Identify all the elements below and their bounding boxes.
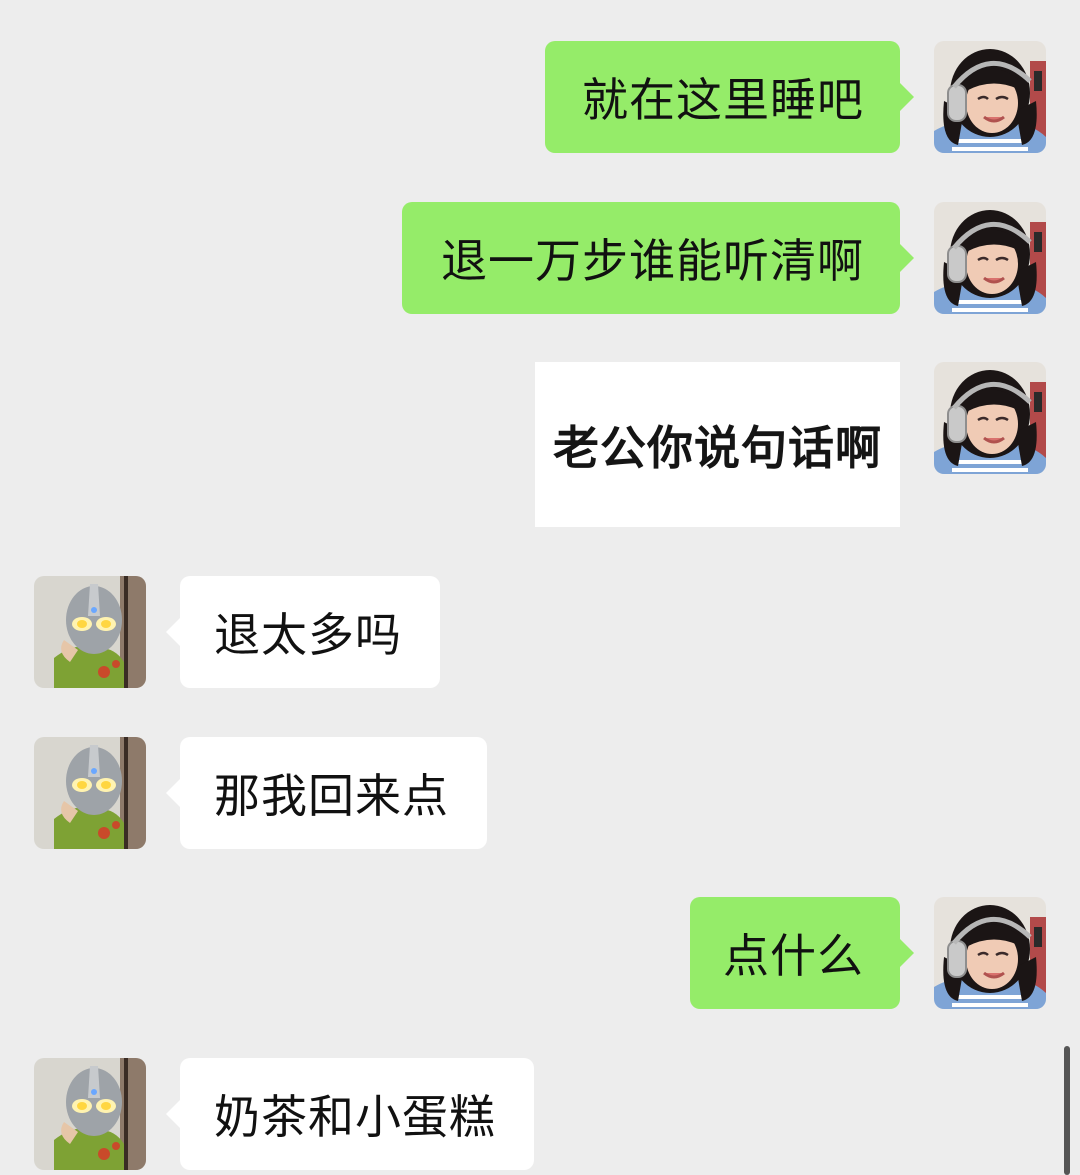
- contact-message-bubble[interactable]: 退太多吗: [166, 576, 440, 688]
- avatar-ultraman-mask-icon: [34, 737, 146, 849]
- my-message-bubble[interactable]: 就在这里睡吧: [545, 41, 914, 153]
- avatar-girl-headphones-icon: [934, 202, 1046, 314]
- contact-message-bubble[interactable]: 那我回来点: [166, 737, 487, 849]
- chat-message-list[interactable]: 就在这里睡吧 退一万步谁能听清啊 老公你说句话啊 退太多吗 那我回来点 点什么: [0, 0, 1080, 1175]
- my-avatar[interactable]: [934, 362, 1046, 474]
- contact-message-bubble[interactable]: 奶茶和小蛋糕: [166, 1058, 534, 1170]
- avatar-girl-headphones-icon: [934, 897, 1046, 1009]
- my-message-bubble[interactable]: 退一万步谁能听清啊: [402, 202, 914, 314]
- message-text: 奶茶和小蛋糕: [214, 1090, 496, 1144]
- message-text: 点什么: [723, 929, 864, 983]
- scrollbar[interactable]: [1064, 1046, 1070, 1175]
- avatar-ultraman-mask-icon: [34, 576, 146, 688]
- my-message-bubble[interactable]: 点什么: [690, 897, 914, 1009]
- my-sticker-message[interactable]: 老公你说句话啊: [535, 362, 900, 527]
- message-text: 退一万步谁能听清啊: [441, 234, 864, 288]
- my-avatar[interactable]: [934, 41, 1046, 153]
- my-avatar[interactable]: [934, 202, 1046, 314]
- my-avatar[interactable]: [934, 897, 1046, 1009]
- avatar-ultraman-mask-icon: [34, 1058, 146, 1170]
- contact-avatar[interactable]: [34, 576, 146, 688]
- contact-avatar[interactable]: [34, 737, 146, 849]
- message-text: 退太多吗: [214, 608, 402, 662]
- message-text: 那我回来点: [214, 769, 449, 823]
- contact-avatar[interactable]: [34, 1058, 146, 1170]
- avatar-girl-headphones-icon: [934, 362, 1046, 474]
- avatar-girl-headphones-icon: [934, 41, 1046, 153]
- sticker-text: 老公你说句话啊: [553, 420, 882, 475]
- message-text: 就在这里睡吧: [582, 73, 864, 127]
